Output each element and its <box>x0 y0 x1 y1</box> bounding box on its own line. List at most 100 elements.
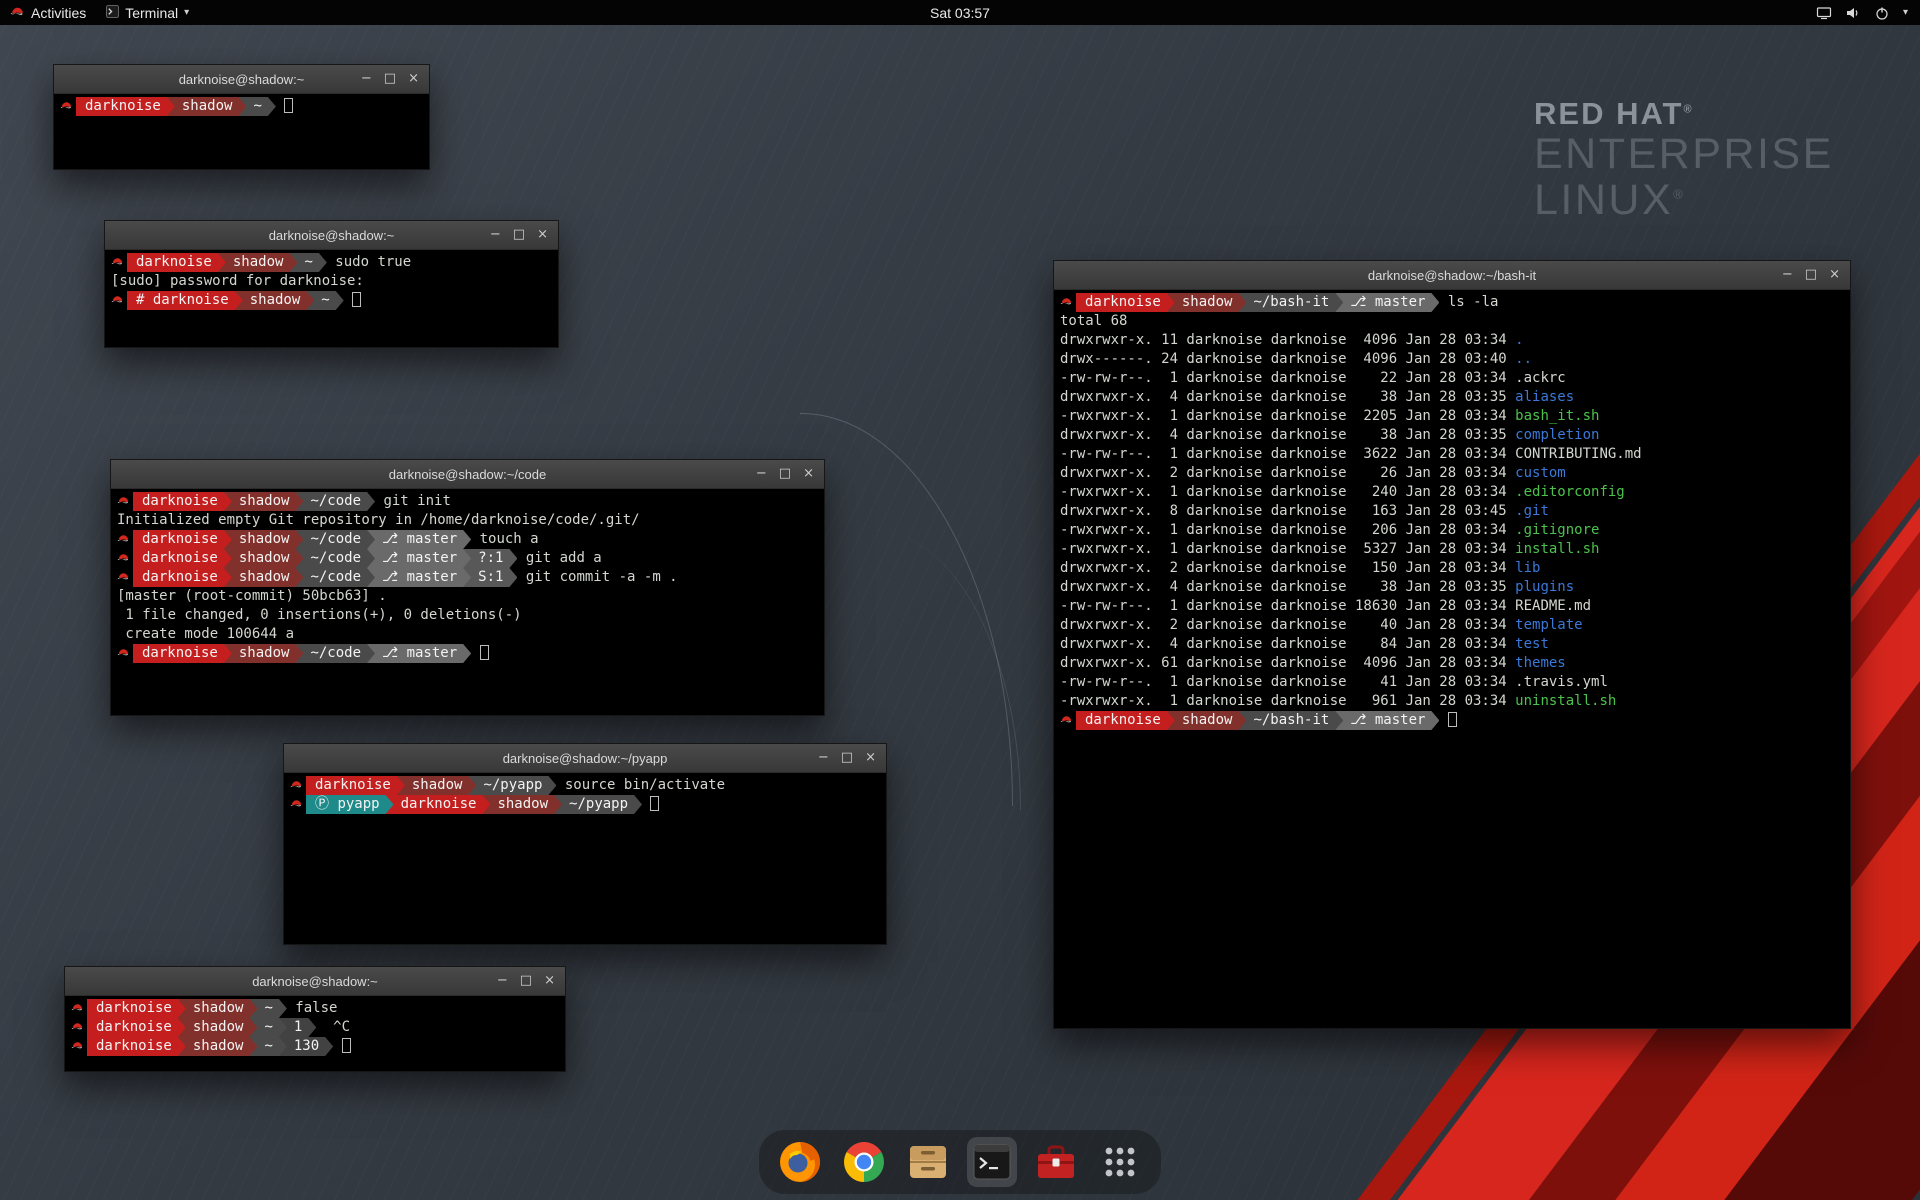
terminal-line: darknoiseshadow~1 ^C <box>71 1018 559 1037</box>
top-bar: Activities Terminal ▾ Sat 03:57 ▾ <box>0 0 1920 25</box>
titlebar[interactable]: darknoise@shadow:~ − □ × <box>54 65 429 94</box>
terminal-line: drwxrwxr-x. 2 darknoise darknoise 150 Ja… <box>1060 559 1844 578</box>
minimize-button[interactable]: − <box>361 65 372 93</box>
terminal-text: drwxrwxr-x. 2 darknoise darknoise 26 Jan… <box>1060 465 1515 481</box>
redhat-icon <box>117 530 133 549</box>
terminal-line: drwxrwxr-x. 2 darknoise darknoise 26 Jan… <box>1060 464 1844 483</box>
titlebar[interactable]: darknoise@shadow:~/code − □ × <box>111 460 824 489</box>
executable-name: .gitignore <box>1515 522 1599 538</box>
terminal-text: drwxrwxr-x. 4 darknoise darknoise 38 Jan… <box>1060 427 1515 443</box>
maximize-button[interactable]: □ <box>841 744 853 772</box>
directory-name: .. <box>1515 351 1532 367</box>
redhat-icon <box>1060 293 1076 312</box>
terminal-line: -rwxrwxr-x. 1 darknoise darknoise 240 Ja… <box>1060 483 1844 502</box>
redhat-icon <box>290 776 306 795</box>
terminal-line: darknoiseshadow~/pyapp source bin/activa… <box>290 776 880 795</box>
terminal-content[interactable]: darknoiseshadow~/pyapp source bin/activa… <box>284 773 886 814</box>
prompt-path-segment: ~/bash-it <box>1238 711 1343 730</box>
terminal-content[interactable]: darknoiseshadow~/code git initInitialize… <box>111 489 824 663</box>
clock[interactable]: Sat 03:57 <box>0 5 1920 21</box>
terminal-text: git commit -a -m . <box>517 569 677 585</box>
minimize-button[interactable]: − <box>1782 261 1793 289</box>
minimize-button[interactable]: − <box>818 744 829 772</box>
close-button[interactable]: × <box>537 221 548 249</box>
terminal-content[interactable]: darknoiseshadow~ <box>54 94 429 116</box>
terminal-text: source bin/activate <box>556 777 725 793</box>
maximize-button[interactable]: □ <box>1805 261 1817 289</box>
window-title: darknoise@shadow:~/bash-it <box>1054 268 1850 283</box>
terminal-content[interactable]: darknoiseshadow~ sudo true[sudo] passwor… <box>105 250 558 310</box>
titlebar[interactable]: darknoise@shadow:~ − □ × <box>65 967 565 996</box>
logo-redhat-text: RED HAT® <box>1534 96 1834 132</box>
prompt-host-segment: shadow <box>224 530 304 549</box>
prompt-user-segment: darknoise <box>133 492 232 511</box>
volume-icon <box>1845 5 1861 21</box>
terminal-content[interactable]: darknoiseshadow~/bash-it⎇ master ls -lat… <box>1054 290 1850 730</box>
dock-item-chrome[interactable] <box>839 1137 889 1187</box>
close-button[interactable]: × <box>1829 261 1840 289</box>
close-button[interactable]: × <box>544 967 555 995</box>
terminal-window-code: darknoise@shadow:~/code − □ × darknoises… <box>110 459 825 716</box>
prompt-git-status-segment: ?:1 <box>463 549 517 568</box>
terminal-line: Ⓟ pyappdarknoiseshadow~/pyapp <box>290 795 880 814</box>
maximize-button[interactable]: □ <box>513 221 525 249</box>
dock-item-firefox[interactable] <box>775 1137 825 1187</box>
terminal-window-sudo: darknoise@shadow:~ − □ × darknoiseshadow… <box>104 220 559 348</box>
prompt-user-segment: darknoise <box>127 253 226 272</box>
terminal-line: darknoiseshadow~ false <box>71 999 559 1018</box>
prompt-host-segment: shadow <box>178 999 258 1018</box>
terminal-text: git add a <box>517 550 601 566</box>
directory-name: lib <box>1515 560 1540 576</box>
redhat-icon <box>290 795 306 814</box>
minimize-button[interactable]: − <box>497 967 508 995</box>
directory-name: .git <box>1515 503 1549 519</box>
minimize-button[interactable]: − <box>490 221 501 249</box>
terminal-line: -rwxrwxr-x. 1 darknoise darknoise 2205 J… <box>1060 407 1844 426</box>
terminal-text: false <box>287 1000 338 1016</box>
prompt-exit-code-segment: 130 <box>279 1037 333 1056</box>
terminal-line: # darknoiseshadow~ <box>111 291 552 310</box>
dock-item-app-grid[interactable] <box>1095 1137 1145 1187</box>
maximize-button[interactable]: □ <box>779 460 791 488</box>
window-title: darknoise@shadow:~ <box>65 974 565 989</box>
branch-icon: ⎇ <box>1350 712 1375 728</box>
branch-icon: ⎇ <box>382 531 407 547</box>
prompt-host-segment: shadow <box>167 97 247 116</box>
dock-item-toolbox[interactable] <box>1031 1137 1081 1187</box>
close-button[interactable]: × <box>803 460 814 488</box>
close-button[interactable]: × <box>865 744 876 772</box>
terminal-text: touch a <box>471 531 538 547</box>
terminal-text: drwxrwxr-x. 4 darknoise darknoise 38 Jan… <box>1060 579 1515 595</box>
terminal-text <box>344 292 352 308</box>
maximize-button[interactable]: □ <box>384 65 396 93</box>
prompt-host-segment: shadow <box>397 776 477 795</box>
dock-item-archive-manager[interactable] <box>903 1137 953 1187</box>
terminal-text: -rwxrwxr-x. 1 darknoise darknoise 5327 J… <box>1060 541 1515 557</box>
system-status-area[interactable]: ▾ <box>1816 5 1920 21</box>
terminal-line: drwxrwxr-x. 2 darknoise darknoise 40 Jan… <box>1060 616 1844 635</box>
minimize-button[interactable]: − <box>756 460 767 488</box>
terminal-window-bash-it: darknoise@shadow:~/bash-it − □ × darknoi… <box>1053 260 1851 1029</box>
prompt-user-segment: darknoise <box>306 776 405 795</box>
prompt-user-segment: darknoise <box>87 1018 186 1037</box>
terminal-text: CONTRIBUTING.md <box>1515 446 1641 462</box>
terminal-text: total 68 <box>1060 313 1127 329</box>
redhat-icon <box>71 1018 87 1037</box>
terminal-line: darknoiseshadow~/code⎇ master touch a <box>117 530 818 549</box>
terminal-text: -rwxrwxr-x. 1 darknoise darknoise 206 Ja… <box>1060 522 1515 538</box>
terminal-text: drwxrwxr-x. 61 darknoise darknoise 4096 … <box>1060 655 1515 671</box>
terminal-text <box>1439 712 1447 728</box>
prompt-host-segment: shadow <box>224 568 304 587</box>
dock-item-terminal[interactable] <box>967 1137 1017 1187</box>
terminal-text: ^C <box>316 1019 350 1035</box>
titlebar[interactable]: darknoise@shadow:~/pyapp − □ × <box>284 744 886 773</box>
titlebar[interactable]: darknoise@shadow:~/bash-it − □ × <box>1054 261 1850 290</box>
terminal-content[interactable]: darknoiseshadow~ falsedarknoiseshadow~1 … <box>65 996 565 1056</box>
python-icon: Ⓟ <box>315 796 337 812</box>
titlebar[interactable]: darknoise@shadow:~ − □ × <box>105 221 558 250</box>
close-button[interactable]: × <box>408 65 419 93</box>
terminal-line: -rwxrwxr-x. 1 darknoise darknoise 961 Ja… <box>1060 692 1844 711</box>
terminal-text: ls -la <box>1439 294 1498 310</box>
terminal-line: darknoiseshadow~/bash-it⎇ master ls -la <box>1060 293 1844 312</box>
maximize-button[interactable]: □ <box>520 967 532 995</box>
